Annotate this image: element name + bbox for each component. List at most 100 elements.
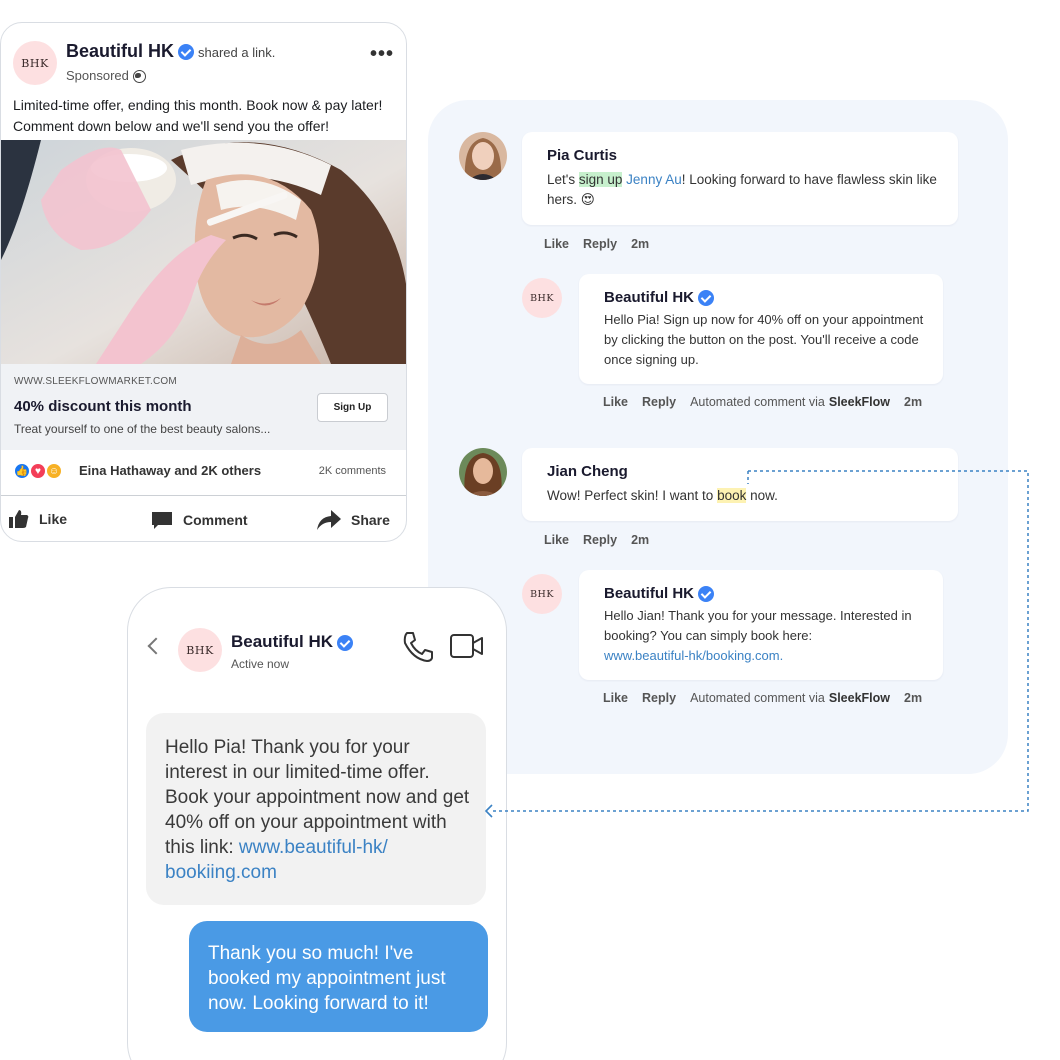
reply-bubble-to-jian: Beautiful HK Hello Jian! Thank you for y… xyxy=(579,570,943,680)
comment-timestamp: 2m xyxy=(631,237,650,251)
beautiful-hk-avatar[interactable]: BHK xyxy=(522,278,562,318)
comment-reply-button[interactable]: Reply xyxy=(583,533,617,547)
comments-panel: Pia Curtis Let's sign up Jenny Au! Looki… xyxy=(428,100,1008,774)
page-avatar[interactable]: BHK xyxy=(13,41,57,85)
chat-contact-avatar[interactable]: BHK xyxy=(178,628,222,672)
reply-text-body: Hello Jian! Thank you for your message. … xyxy=(604,608,912,643)
comment-actions-pia: Like Reply 2m xyxy=(544,237,663,251)
phone-call-icon[interactable] xyxy=(401,631,435,663)
verified-badge-icon xyxy=(698,290,714,307)
share-button[interactable]: Share xyxy=(317,510,390,530)
beautiful-hk-avatar[interactable]: BHK xyxy=(522,574,562,614)
automated-text: Automated comment via xyxy=(690,395,825,409)
reactions-row[interactable]: 👍 ♥ ☺ Eina Hathaway and 2K others 2K com… xyxy=(13,460,396,482)
sponsored-label: Sponsored xyxy=(66,68,146,84)
verified-badge-icon xyxy=(178,44,194,61)
care-reaction-icon: ☺ xyxy=(45,462,63,480)
link-preview[interactable]: WWW.SLEEKFLOWMARKET.COM 40% discount thi… xyxy=(1,364,406,450)
jian-cheng-avatar[interactable] xyxy=(459,448,507,496)
facial-treatment-illustration xyxy=(1,140,406,364)
comment-text-part: now. xyxy=(746,488,778,503)
comment-like-button[interactable]: Like xyxy=(603,395,628,409)
reply-author-name[interactable]: Beautiful HK xyxy=(604,289,694,306)
comment-text-jian: Wow! Perfect skin! I want to book now. xyxy=(547,486,937,506)
sleekflow-brand: SleekFlow xyxy=(828,395,890,409)
comment-bubble-pia: Pia Curtis Let's sign up Jenny Au! Looki… xyxy=(522,132,958,225)
reply-actions-pia: Like Reply Automated comment via SleekFlow 2… xyxy=(603,395,936,409)
reactions-summary[interactable]: Eina Hathaway and 2K others xyxy=(79,463,261,478)
reply-text-jian: Hello Jian! Thank you for your message. … xyxy=(604,606,929,666)
incoming-message-bubble: Hello Pia! Thank you for your interest i… xyxy=(146,713,486,905)
post-header: BHK Beautiful HK shared a link. Sponsored… xyxy=(13,41,394,89)
link-title[interactable]: 40% discount this month xyxy=(14,398,192,415)
reply-bubble-to-pia: Beautiful HK Hello Pia! Sign up now for … xyxy=(579,274,943,384)
comment-text-part: Wow! Perfect skin! I want to xyxy=(547,488,718,503)
like-button[interactable]: Like xyxy=(9,510,67,528)
comment-text-pia: Let's sign up Jenny Au! Looking forward … xyxy=(547,170,937,210)
like-label: Like xyxy=(39,511,68,527)
post-image-facial-treatment[interactable] xyxy=(1,140,406,364)
globe-icon xyxy=(132,70,146,84)
love-reaction-icon: ♥ xyxy=(29,462,47,480)
keyword-highlight-book: book xyxy=(717,488,747,503)
sleekflow-brand: SleekFlow xyxy=(828,691,890,705)
comment-reply-button[interactable]: Reply xyxy=(583,237,617,251)
reply-text-pia: Hello Pia! Sign up now for 40% off on yo… xyxy=(604,312,924,367)
page-name-link[interactable]: Beautiful HK xyxy=(66,41,174,61)
like-reaction-icon: 👍 xyxy=(13,462,31,480)
chat-contact-name: Beautiful HK xyxy=(231,632,353,652)
post-action-bar: Like Comment Share xyxy=(1,495,406,541)
reply-actions-jian: Like Reply Automated comment via SleekFlow 2… xyxy=(603,691,936,705)
comment-icon xyxy=(152,512,172,529)
share-arrow-icon xyxy=(317,510,341,530)
comment-button[interactable]: Comment xyxy=(151,510,248,530)
verified-badge-icon xyxy=(337,634,353,651)
more-options-icon[interactable]: ••• xyxy=(370,43,394,66)
woman-portrait-icon xyxy=(459,132,507,180)
booking-link[interactable]: www.beautiful-hk/booking.com. xyxy=(604,648,783,663)
reaction-icons: 👍 ♥ ☺ xyxy=(13,460,73,482)
outgoing-message-bubble: Thank you so much! I've booked my appoin… xyxy=(189,921,488,1032)
comment-text-part: Let's xyxy=(547,172,579,187)
verified-badge-icon xyxy=(698,586,714,603)
chat-contact-name-text[interactable]: Beautiful HK xyxy=(231,632,333,651)
thumbs-up-icon xyxy=(9,510,29,528)
share-label: Share xyxy=(351,512,390,528)
link-subtitle: Treat yourself to one of the best beauty… xyxy=(14,422,271,436)
automated-comment-note: Automated comment via SleekFlow xyxy=(690,395,890,409)
sign-up-button[interactable]: Sign Up xyxy=(317,393,388,422)
messenger-chat-window: BHK Beautiful HK Active now Hello Pia! T… xyxy=(127,587,507,1060)
reply-author-name[interactable]: Beautiful HK xyxy=(604,585,694,602)
mention-jenny-au[interactable]: Jenny Au xyxy=(626,172,682,187)
comment-author-jian[interactable]: Jian Cheng xyxy=(547,463,628,480)
reply-author-beautiful-hk: Beautiful HK xyxy=(604,585,714,603)
reply-author-beautiful-hk: Beautiful HK xyxy=(604,289,714,307)
woman-portrait-icon xyxy=(459,448,507,496)
comment-like-button[interactable]: Like xyxy=(544,533,569,547)
automated-comment-note: Automated comment via SleekFlow xyxy=(690,691,890,705)
comment-timestamp: 2m xyxy=(631,533,650,547)
comment-count[interactable]: 2K comments xyxy=(319,465,386,477)
comment-timestamp: 2m xyxy=(904,691,923,705)
comment-like-button[interactable]: Like xyxy=(544,237,569,251)
back-chevron-icon[interactable] xyxy=(147,637,165,655)
pia-curtis-avatar[interactable] xyxy=(459,132,507,180)
comment-reply-button[interactable]: Reply xyxy=(642,691,676,705)
comment-label: Comment xyxy=(183,512,248,528)
comment-timestamp: 2m xyxy=(904,395,923,409)
comment-like-button[interactable]: Like xyxy=(603,691,628,705)
automated-text: Automated comment via xyxy=(690,691,825,705)
sponsored-text: Sponsored xyxy=(66,68,129,83)
comment-actions-jian: Like Reply 2m xyxy=(544,533,663,547)
chat-active-status: Active now xyxy=(231,657,290,671)
comment-bubble-jian: Jian Cheng Wow! Perfect skin! I want to … xyxy=(522,448,958,521)
shared-a-link-text: shared a link. xyxy=(198,45,276,60)
post-body-text: Limited-time offer, ending this month. B… xyxy=(13,97,383,134)
comment-author-pia[interactable]: Pia Curtis xyxy=(547,147,617,164)
facebook-post-card: BHK Beautiful HK shared a link. Sponsored… xyxy=(0,22,407,542)
comment-reply-button[interactable]: Reply xyxy=(642,395,676,409)
keyword-highlight-sign-up: sign up xyxy=(578,172,623,187)
video-call-icon[interactable] xyxy=(450,633,484,659)
post-author-line: Beautiful HK shared a link. xyxy=(66,41,275,62)
link-domain: WWW.SLEEKFLOWMARKET.COM xyxy=(14,376,177,387)
